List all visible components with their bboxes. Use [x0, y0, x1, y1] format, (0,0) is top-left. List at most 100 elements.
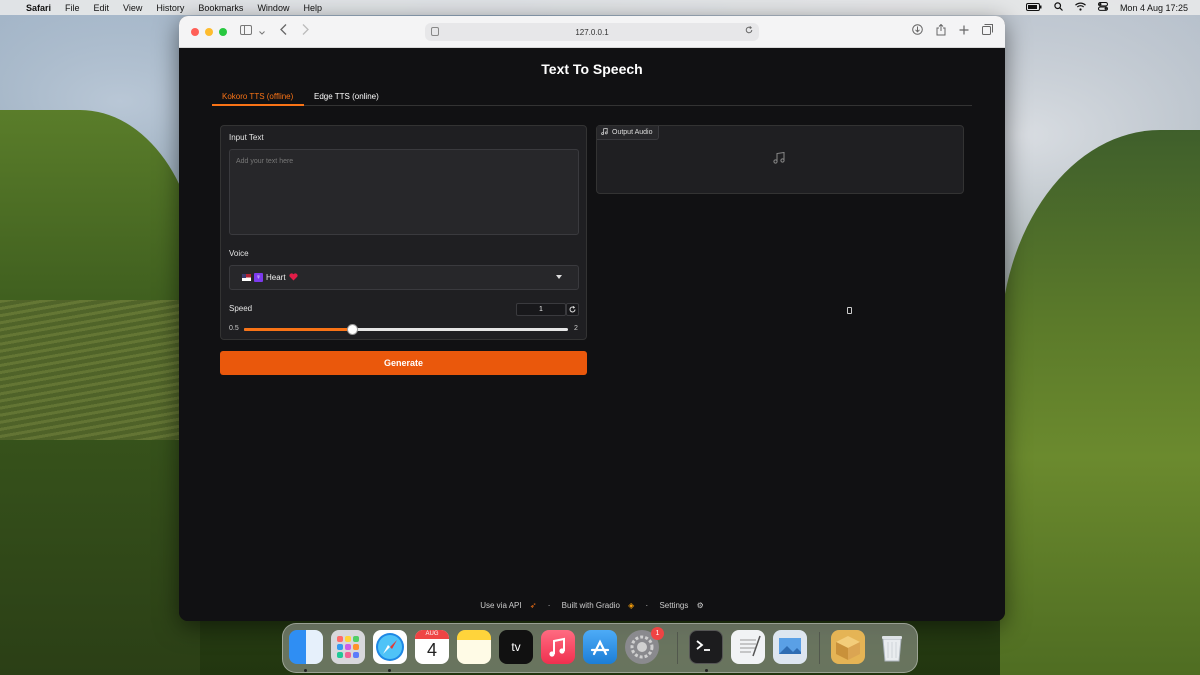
settings-link[interactable]: Settings ⚙: [656, 601, 706, 610]
input-panel: Input Text Add your text here Voice ♀ He…: [220, 125, 852, 340]
use-via-api-text: Use via API: [480, 601, 522, 610]
safari-window: 127.0.0.1 Text To Speech Kokoro TTS (off…: [179, 16, 1005, 621]
rocket-icon: ➶: [529, 601, 537, 610]
speed-slider-fill: [244, 328, 352, 331]
page-title: Text To Speech: [541, 61, 643, 77]
voice-selected-value: Heart: [266, 273, 286, 282]
downloads-icon[interactable]: [912, 24, 923, 38]
reload-icon[interactable]: [745, 26, 753, 36]
stepper-icon[interactable]: [847, 307, 852, 314]
notes-icon[interactable]: [457, 630, 491, 664]
safari-running-dot: [388, 669, 391, 672]
wifi-icon[interactable]: [1075, 2, 1086, 13]
forward-chevron-icon[interactable]: [302, 24, 309, 38]
use-via-api-link[interactable]: Use via API ➶: [477, 601, 539, 610]
speed-max-label: 2: [574, 325, 578, 332]
speed-slider-thumb[interactable]: [346, 324, 358, 335]
speed-slider[interactable]: [244, 324, 568, 335]
gear-icon: ⚙: [696, 601, 704, 610]
settings-notification-badge: 1: [651, 627, 664, 640]
archive-utility-icon[interactable]: [831, 630, 865, 664]
close-window-button[interactable]: [191, 28, 199, 36]
dock: AUG 4 tv 1: [282, 623, 918, 673]
input-text-label: Input Text: [229, 133, 264, 142]
generate-button[interactable]: Generate: [220, 351, 587, 375]
spotlight-search-icon[interactable]: [1054, 2, 1063, 13]
menu-history[interactable]: History: [156, 3, 184, 13]
terminal-icon[interactable]: [689, 630, 723, 664]
menu-app-name[interactable]: Safari: [26, 3, 51, 13]
page-settings-icon[interactable]: [431, 27, 439, 36]
back-chevron-icon[interactable]: [280, 24, 287, 38]
gradio-app: Text To Speech Kokoro TTS (offline) Edge…: [179, 48, 1005, 621]
music-note-icon: [601, 127, 608, 137]
battery-icon[interactable]: [1025, 2, 1042, 13]
footer-separator: ·: [645, 601, 649, 610]
calendar-icon[interactable]: AUG 4: [415, 630, 449, 664]
footer: Use via API ➶ · Built with Gradio ◈ · Se…: [179, 601, 1005, 610]
window-controls: [191, 28, 227, 36]
menu-bookmarks[interactable]: Bookmarks: [198, 3, 243, 13]
calendar-day: 4: [426, 640, 437, 660]
built-with-gradio-text: Built with Gradio: [561, 601, 620, 610]
finder-running-dot: [304, 669, 307, 672]
tab-overview-icon[interactable]: [982, 24, 993, 38]
gradio-logo-icon: ◈: [628, 601, 635, 610]
address-bar[interactable]: 127.0.0.1: [425, 23, 759, 41]
terminal-running-dot: [705, 669, 708, 672]
speed-number-input[interactable]: 1: [516, 303, 852, 316]
voice-label: Voice: [229, 249, 249, 258]
speed-min-label: 0.5: [229, 325, 239, 332]
menu-file[interactable]: File: [65, 3, 80, 13]
wallpaper-hill-right: [1000, 130, 1200, 675]
reset-speed-button[interactable]: [566, 303, 579, 316]
tab-edge-tts[interactable]: Edge TTS (online): [304, 92, 389, 106]
footer-separator: ·: [547, 601, 551, 610]
preview-icon[interactable]: [773, 630, 807, 664]
trash-icon[interactable]: [875, 630, 909, 664]
menu-view[interactable]: View: [123, 3, 142, 13]
launchpad-icon[interactable]: [331, 630, 365, 664]
sidebar-menu-chevron-down-icon[interactable]: [259, 26, 265, 40]
minimize-window-button[interactable]: [205, 28, 213, 36]
built-with-gradio-link[interactable]: Built with Gradio ◈: [559, 601, 638, 610]
calendar-month: AUG: [415, 630, 449, 639]
dock-separator: [819, 632, 820, 664]
us-flag-icon: [242, 274, 251, 281]
tv-text: tv: [511, 640, 521, 654]
menu-help[interactable]: Help: [303, 3, 322, 13]
tab-kokoro-tts[interactable]: Kokoro TTS (offline): [212, 92, 304, 106]
menu-clock[interactable]: Mon 4 Aug 17:25: [1120, 3, 1188, 13]
url-text: 127.0.0.1: [575, 27, 609, 37]
settings-text: Settings: [659, 601, 689, 610]
speed-value: 1: [539, 306, 543, 313]
voice-dropdown[interactable]: ♀ Heart: [229, 265, 579, 290]
output-audio-tag: Output Audio: [597, 126, 660, 140]
female-sign-icon: ♀: [254, 273, 263, 282]
tab-bar: Kokoro TTS (offline) Edge TTS (online): [212, 92, 972, 106]
finder-icon[interactable]: [289, 630, 323, 664]
audio-placeholder-music-icon: [773, 151, 785, 167]
control-center-icon[interactable]: [1097, 2, 1108, 13]
browser-toolbar: 127.0.0.1: [179, 16, 1005, 48]
menu-window[interactable]: Window: [257, 3, 289, 13]
menu-edit[interactable]: Edit: [94, 3, 110, 13]
textedit-icon[interactable]: [731, 630, 765, 664]
apple-tv-icon[interactable]: tv: [499, 630, 533, 664]
wallpaper-vineyard: [0, 300, 180, 440]
zoom-window-button[interactable]: [219, 28, 227, 36]
output-audio-label: Output Audio: [612, 129, 653, 136]
speed-label: Speed: [229, 304, 253, 313]
new-tab-plus-icon[interactable]: [959, 24, 969, 38]
sidebar-toggle-icon[interactable]: [240, 24, 252, 38]
music-icon[interactable]: [541, 630, 575, 664]
app-store-icon[interactable]: [583, 630, 617, 664]
output-audio-panel: Output Audio: [596, 125, 964, 194]
input-text-area[interactable]: Add your text here: [229, 149, 579, 235]
share-icon[interactable]: [936, 23, 946, 39]
dropdown-caret-icon: [556, 275, 562, 279]
dock-separator: [677, 632, 678, 664]
heart-icon: [288, 272, 298, 283]
menu-bar: Safari File Edit View History Bookmarks …: [0, 0, 1200, 15]
safari-icon[interactable]: [373, 630, 407, 664]
